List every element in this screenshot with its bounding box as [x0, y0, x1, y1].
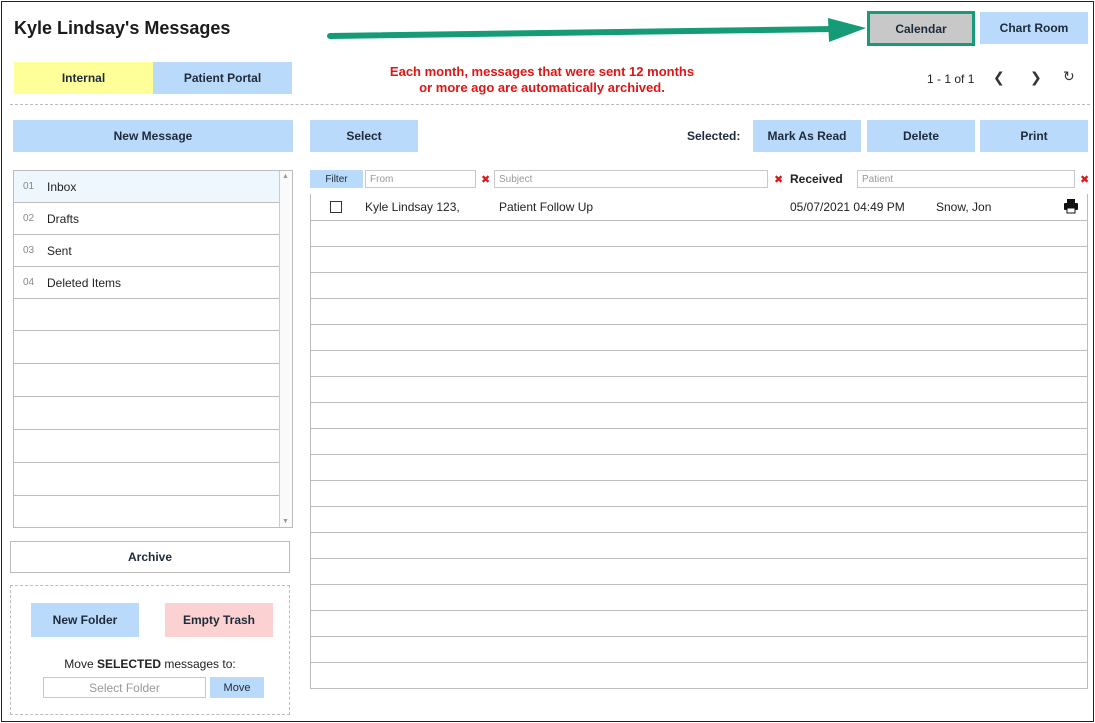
scroll-down-icon[interactable]: ▼ — [282, 518, 289, 525]
move-selected-label: Move SELECTED messages to: — [64, 657, 236, 671]
refresh-icon[interactable]: ↻ — [1063, 68, 1075, 85]
folder-item-sent[interactable]: 03 Sent — [14, 235, 280, 267]
message-from: Kyle Lindsay 123, — [365, 200, 460, 214]
message-received: 05/07/2021 04:49 PM — [790, 200, 905, 214]
row-divider — [311, 558, 1087, 559]
row-divider — [311, 350, 1087, 351]
message-checkbox[interactable] — [330, 201, 342, 213]
new-folder-button[interactable]: New Folder — [31, 603, 139, 637]
message-patient: Snow, Jon — [936, 200, 992, 214]
message-list: Kyle Lindsay 123, Patient Follow Up 05/0… — [310, 194, 1088, 689]
print-button[interactable]: Print — [980, 120, 1088, 152]
clear-patient-icon[interactable]: ✖ — [1080, 173, 1089, 186]
folder-empty-row — [14, 398, 280, 430]
folder-list: 01 Inbox 02 Drafts 03 Sent 04 Deleted It… — [13, 170, 293, 528]
delete-button[interactable]: Delete — [867, 120, 975, 152]
row-divider — [311, 636, 1087, 637]
pager-range: 1 - 1 of 1 — [927, 72, 975, 86]
archive-notice-line-2: or more ago are automatically archived. — [419, 80, 665, 95]
select-button[interactable]: Select — [310, 120, 418, 152]
message-subject: Patient Follow Up — [499, 200, 594, 214]
subject-filter-input[interactable]: Subject — [494, 170, 768, 188]
chart-room-button[interactable]: Chart Room — [980, 12, 1088, 44]
row-divider — [311, 428, 1087, 429]
archive-button[interactable]: Archive — [10, 541, 290, 573]
selected-label: Selected: — [687, 129, 741, 143]
move-button[interactable]: Move — [210, 677, 264, 698]
folder-empty-row — [14, 332, 280, 364]
empty-trash-button[interactable]: Empty Trash — [165, 603, 273, 637]
row-divider — [311, 532, 1087, 533]
annotation-arrow-icon — [327, 18, 866, 42]
row-divider — [311, 220, 1087, 221]
folder-label: Inbox — [47, 179, 77, 194]
folder-number: 02 — [23, 213, 35, 224]
folder-item-deleted-items[interactable]: 04 Deleted Items — [14, 267, 280, 299]
row-divider — [311, 506, 1087, 507]
folder-empty-row — [14, 365, 280, 397]
patient-filter-input[interactable]: Patient — [857, 170, 1075, 188]
header-divider — [10, 104, 1090, 105]
row-divider — [311, 402, 1087, 403]
clear-subject-icon[interactable]: ✖ — [774, 173, 783, 186]
scroll-up-icon[interactable]: ▲ — [282, 173, 289, 180]
row-divider — [311, 480, 1087, 481]
row-divider — [311, 376, 1087, 377]
folder-empty-row — [14, 299, 280, 331]
clear-from-icon[interactable]: ✖ — [481, 173, 490, 186]
tab-patient-portal[interactable]: Patient Portal — [153, 62, 292, 94]
select-folder-dropdown[interactable]: Select Folder — [43, 677, 206, 698]
table-row[interactable]: Kyle Lindsay 123, Patient Follow Up 05/0… — [311, 194, 1087, 220]
mark-as-read-button[interactable]: Mark As Read — [753, 120, 861, 152]
calendar-button[interactable]: Calendar — [867, 11, 975, 46]
folder-empty-row — [14, 431, 280, 463]
row-divider — [311, 662, 1087, 663]
folder-empty-row — [14, 464, 280, 496]
row-divider — [311, 298, 1087, 299]
folder-label: Drafts — [47, 211, 80, 226]
folder-number: 03 — [23, 245, 35, 256]
row-divider — [311, 610, 1087, 611]
archive-notice: Each month, messages that were sent 12 m… — [342, 64, 742, 96]
row-divider — [311, 454, 1087, 455]
prev-page-icon[interactable]: ❮ — [993, 69, 1005, 86]
folder-label: Sent — [47, 243, 72, 258]
row-divider — [311, 688, 1087, 689]
messages-window: Kyle Lindsay's Messages Calendar Chart R… — [1, 1, 1094, 722]
folder-scrollbar[interactable]: ▲ ▼ — [279, 171, 292, 527]
folder-number: 01 — [23, 181, 35, 192]
folder-item-inbox[interactable]: 01 Inbox — [14, 171, 280, 203]
received-sort-label[interactable]: Received — [790, 172, 843, 186]
row-divider — [311, 246, 1087, 247]
row-divider — [311, 324, 1087, 325]
folder-label: Deleted Items — [47, 275, 122, 290]
archive-notice-line-1: Each month, messages that were sent 12 m… — [389, 64, 695, 79]
page-title: Kyle Lindsay's Messages — [14, 18, 231, 38]
printer-icon[interactable] — [1063, 198, 1079, 214]
row-divider — [311, 584, 1087, 585]
folder-number: 04 — [23, 277, 35, 288]
row-divider — [311, 272, 1087, 273]
tab-internal[interactable]: Internal — [14, 62, 153, 94]
next-page-icon[interactable]: ❯ — [1030, 69, 1042, 86]
folder-item-drafts[interactable]: 02 Drafts — [14, 203, 280, 235]
new-message-button[interactable]: New Message — [13, 120, 293, 152]
filter-button[interactable]: Filter — [310, 170, 363, 188]
from-filter-input[interactable]: From — [365, 170, 476, 188]
